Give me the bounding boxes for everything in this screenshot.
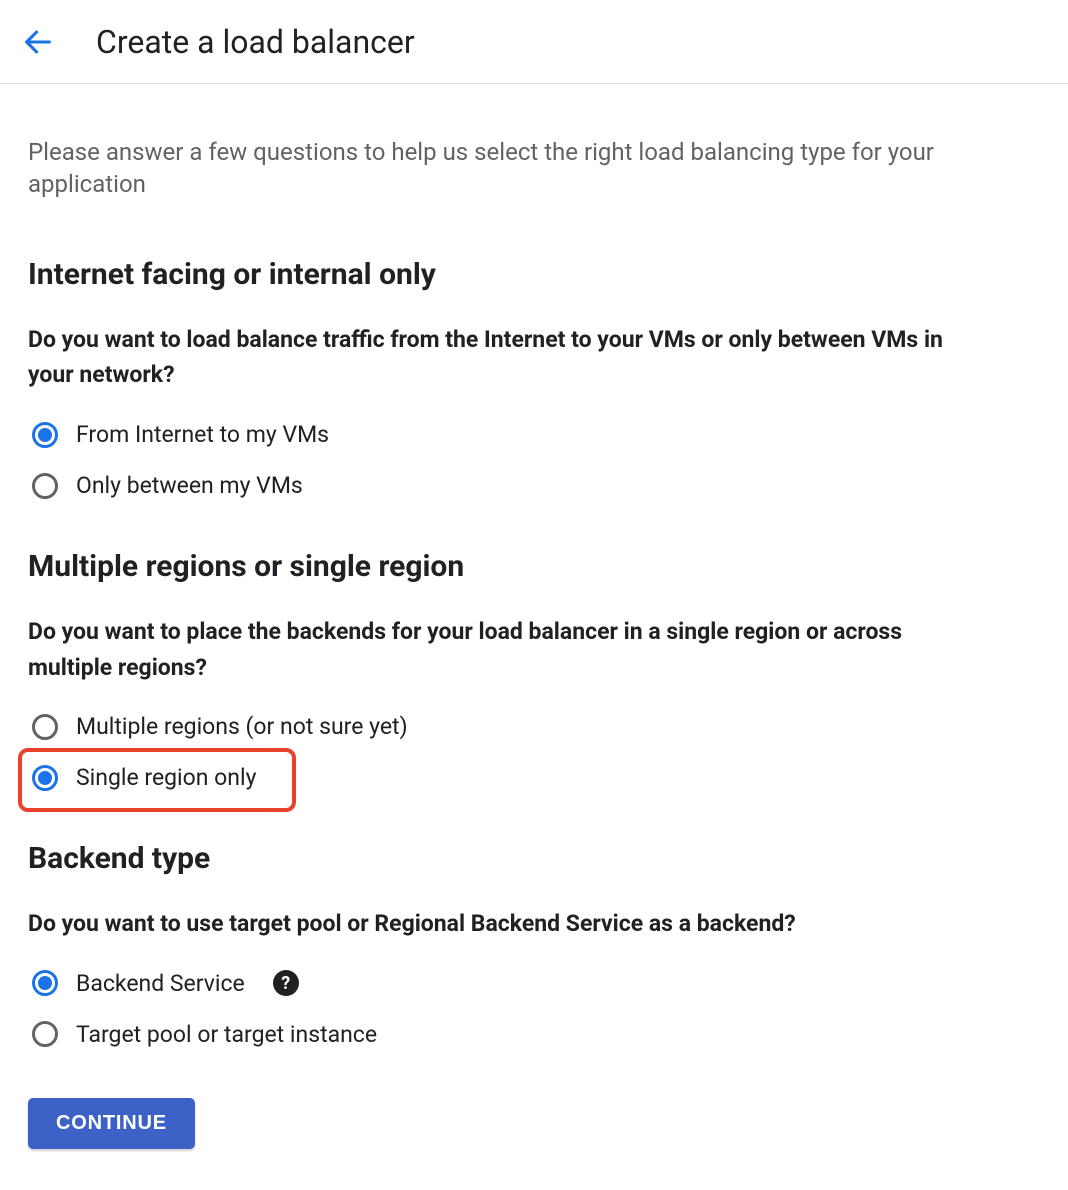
radio-from-internet[interactable]: From Internet to my VMs <box>28 415 984 454</box>
radio-label: From Internet to my VMs <box>76 421 329 448</box>
intro-text: Please answer a few questions to help us… <box>28 136 984 201</box>
options-region: Multiple regions (or not sure yet) Singl… <box>28 707 984 797</box>
back-button[interactable] <box>18 22 58 62</box>
radio-target-pool[interactable]: Target pool or target instance <box>28 1015 984 1054</box>
options-facing: From Internet to my VMs Only between my … <box>28 415 984 505</box>
radio-icon <box>32 714 58 740</box>
question-facing: Do you want to load balance traffic from… <box>28 322 984 393</box>
radio-icon <box>32 970 58 996</box>
radio-label: Target pool or target instance <box>76 1021 377 1048</box>
radio-icon <box>32 422 58 448</box>
continue-button[interactable]: CONTINUE <box>28 1098 195 1149</box>
section-heading-facing: Internet facing or internal only <box>28 257 984 292</box>
radio-icon <box>32 473 58 499</box>
radio-label: Backend Service <box>76 970 245 997</box>
radio-backend-service[interactable]: Backend Service ? <box>28 964 984 1003</box>
help-icon[interactable]: ? <box>273 970 299 996</box>
topbar: Create a load balancer <box>0 0 1068 84</box>
radio-label: Single region only <box>76 764 256 791</box>
page-title: Create a load balancer <box>96 23 415 61</box>
radio-single-region[interactable]: Single region only <box>28 758 984 797</box>
section-heading-backend: Backend type <box>28 841 984 876</box>
arrow-left-icon <box>21 25 55 59</box>
content: Please answer a few questions to help us… <box>0 84 1012 1189</box>
section-heading-region: Multiple regions or single region <box>28 549 984 584</box>
radio-icon <box>32 765 58 791</box>
radio-multiple-regions[interactable]: Multiple regions (or not sure yet) <box>28 707 984 746</box>
radio-label: Only between my VMs <box>76 472 303 499</box>
radio-icon <box>32 1021 58 1047</box>
options-backend: Backend Service ? Target pool or target … <box>28 964 984 1054</box>
radio-only-between-vms[interactable]: Only between my VMs <box>28 466 984 505</box>
question-backend: Do you want to use target pool or Region… <box>28 906 984 942</box>
radio-label: Multiple regions (or not sure yet) <box>76 713 408 740</box>
question-region: Do you want to place the backends for yo… <box>28 614 984 685</box>
